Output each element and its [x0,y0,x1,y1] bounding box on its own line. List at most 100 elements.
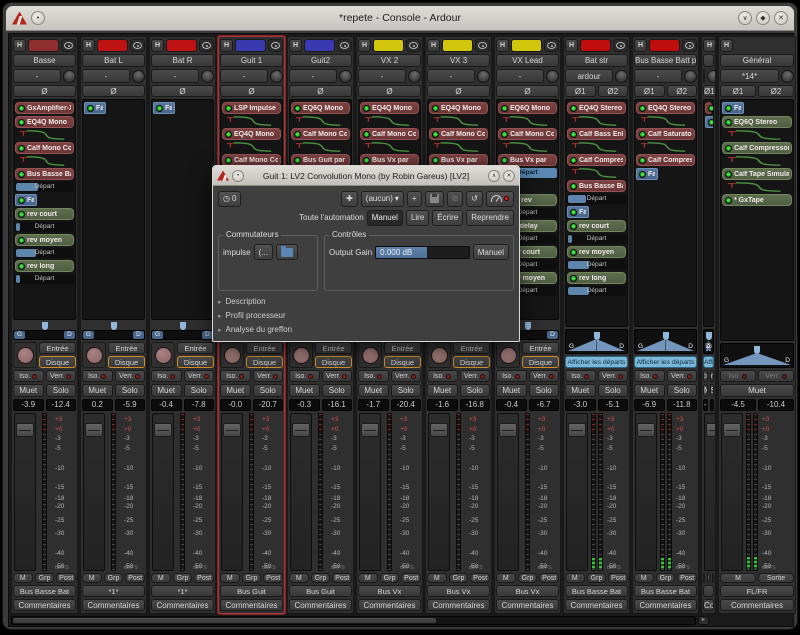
comments-button[interactable]: Commentaires [289,599,352,611]
gain-display[interactable]: -4.5 [720,399,756,411]
peak-display[interactable]: -6.7 [529,399,560,411]
strip-color-bar[interactable] [442,39,473,52]
hide-strip-button[interactable]: H [358,39,371,52]
strip-color-bar[interactable] [373,39,404,52]
comments-button[interactable]: Commentaires [13,599,76,611]
output-gain-slider[interactable]: 0.000 dB [375,246,470,259]
processor-eq6q-mono[interactable]: EQ6Q Mono [291,102,350,114]
monitor-input-button[interactable]: Entrée [246,342,283,354]
monitor-disk-button[interactable]: Disque [177,356,214,368]
group-button[interactable]: Grp [104,573,124,583]
record-arm-button[interactable] [151,342,175,368]
strip-color-bar[interactable] [580,39,611,52]
stereo-panner[interactable]: G D [703,329,714,354]
processor-active-led[interactable] [432,131,439,138]
processor-active-led[interactable] [570,131,577,138]
solo-lock-button[interactable]: Verr. [460,370,491,382]
solo-button[interactable]: Solo [598,384,629,397]
hide-strip-button[interactable]: H [565,39,578,52]
output-routing-button[interactable]: Bus Vx [358,585,421,597]
metering-point-button[interactable] [61,39,76,52]
processor-gxamplifier-x[interactable]: GxAmplifier-X [15,102,74,114]
processor-box[interactable]: FaderEQ6Q StereoCalf CompressorCalf Tape… [720,99,794,341]
monitor-disk-button[interactable]: Disque [315,356,352,368]
metering-button[interactable]: M [151,573,171,583]
window-menu-button[interactable]: • [31,11,45,25]
processor-active-led[interactable] [18,145,25,152]
gain-fader[interactable] [566,413,588,571]
comments-button[interactable]: Commentaires [496,599,559,611]
fader-thumb[interactable] [292,423,310,437]
automation-write-button[interactable]: Écrire [432,210,463,226]
show-sends-button[interactable]: Afficher les départs [634,356,697,368]
mute-button[interactable]: Muet [220,384,251,397]
output-routing-button[interactable]: Bus Guit [289,585,352,597]
mute-button[interactable]: Muet [496,384,527,397]
processor-fader[interactable]: Fader [722,102,744,114]
monitor-disk-button[interactable]: Disque [522,356,559,368]
metering-button[interactable]: M [358,573,378,583]
processor-calf-saturator[interactable]: Calf Saturator [636,128,695,140]
input-button[interactable]: - [13,69,61,83]
peak-display[interactable]: -7.8 [184,399,215,411]
processor-rev-long[interactable]: rev long [15,260,74,272]
solo-lock-button[interactable]: Verr. [710,370,715,382]
processor-active-led[interactable] [570,223,577,230]
send-level-control[interactable]: Départ [15,182,74,192]
hide-strip-button[interactable]: H [13,39,26,52]
peak-display[interactable]: -16.8 [460,399,491,411]
solo-isolate-button[interactable]: Iso. [82,370,113,382]
processor-active-led[interactable] [18,211,25,218]
send-level-control[interactable]: Départ [15,274,74,284]
processor-eq6q-stereo[interactable]: EQ6Q Stereo [722,116,792,128]
metering-point-button[interactable] [130,39,145,52]
trim-knob[interactable] [63,70,76,83]
trim-knob[interactable] [132,70,145,83]
processor-active-led[interactable] [501,131,508,138]
processor-active-led[interactable] [570,249,577,256]
fader-thumb[interactable] [723,423,741,437]
meter-point-button[interactable]: Post [332,573,352,583]
comments-button[interactable]: Commentaires [720,599,794,611]
processor-active-led[interactable] [570,157,577,164]
metering-point-button[interactable] [406,39,421,52]
monitor-input-button[interactable]: Entrée [108,342,145,354]
dialog-close-button[interactable]: ✕ [503,170,515,182]
group-button[interactable]: Grp [311,573,331,583]
phase-invert-button[interactable]: Ø1 [565,85,596,97]
solo-isolate-button[interactable]: Iso. [565,370,596,382]
reset-button[interactable]: ↺ [466,191,483,207]
shade-button[interactable]: ∨ [738,11,752,25]
monitor-input-button[interactable]: Entrée [522,342,559,354]
horizontal-scrollbar[interactable] [11,616,696,625]
processor-box[interactable]: Fader [82,99,145,320]
processor-active-led[interactable] [225,157,232,164]
metering-point-button[interactable] [682,39,697,52]
processor-active-led[interactable] [225,105,232,112]
send-level-control[interactable]: Départ [567,286,626,296]
processor--gxtape[interactable]: * GxTape [722,194,792,206]
peak-display[interactable]: -5.9 [115,399,146,411]
pan-handle[interactable] [663,332,669,340]
bypass-button[interactable] [486,191,514,207]
solo-lock-button[interactable]: Verr. [115,370,146,382]
solo-isolate-button[interactable]: Iso. [427,370,458,382]
solo-button[interactable]: Solo [529,384,560,397]
meter-point-button[interactable]: Post [263,573,283,583]
processor-fader[interactable]: Fader [153,102,175,114]
stereo-panner[interactable]: G D [720,343,794,368]
peak-display[interactable]: -10.4 [758,399,794,411]
fader-thumb[interactable] [637,423,655,437]
strip-color-bar[interactable] [166,39,197,52]
monitor-input-button[interactable]: Entrée [39,342,76,354]
phase-invert-button[interactable]: Ø1 [634,85,665,97]
processor-active-led[interactable] [363,131,370,138]
processor-bus-basse-batt-p[interactable]: Bus Basse Batt p [15,168,74,180]
fader-thumb[interactable] [706,423,716,437]
processor-box[interactable]: GxAmplifier-XEQ4Q MonoCalf Mono CompBus … [13,99,76,320]
solo-lock-button[interactable]: Verr. [598,370,629,382]
hide-strip-button[interactable]: H [82,39,95,52]
processor-active-led[interactable] [639,105,646,112]
fader-thumb[interactable] [499,423,517,437]
monitor-input-button[interactable]: Entrée [384,342,421,354]
